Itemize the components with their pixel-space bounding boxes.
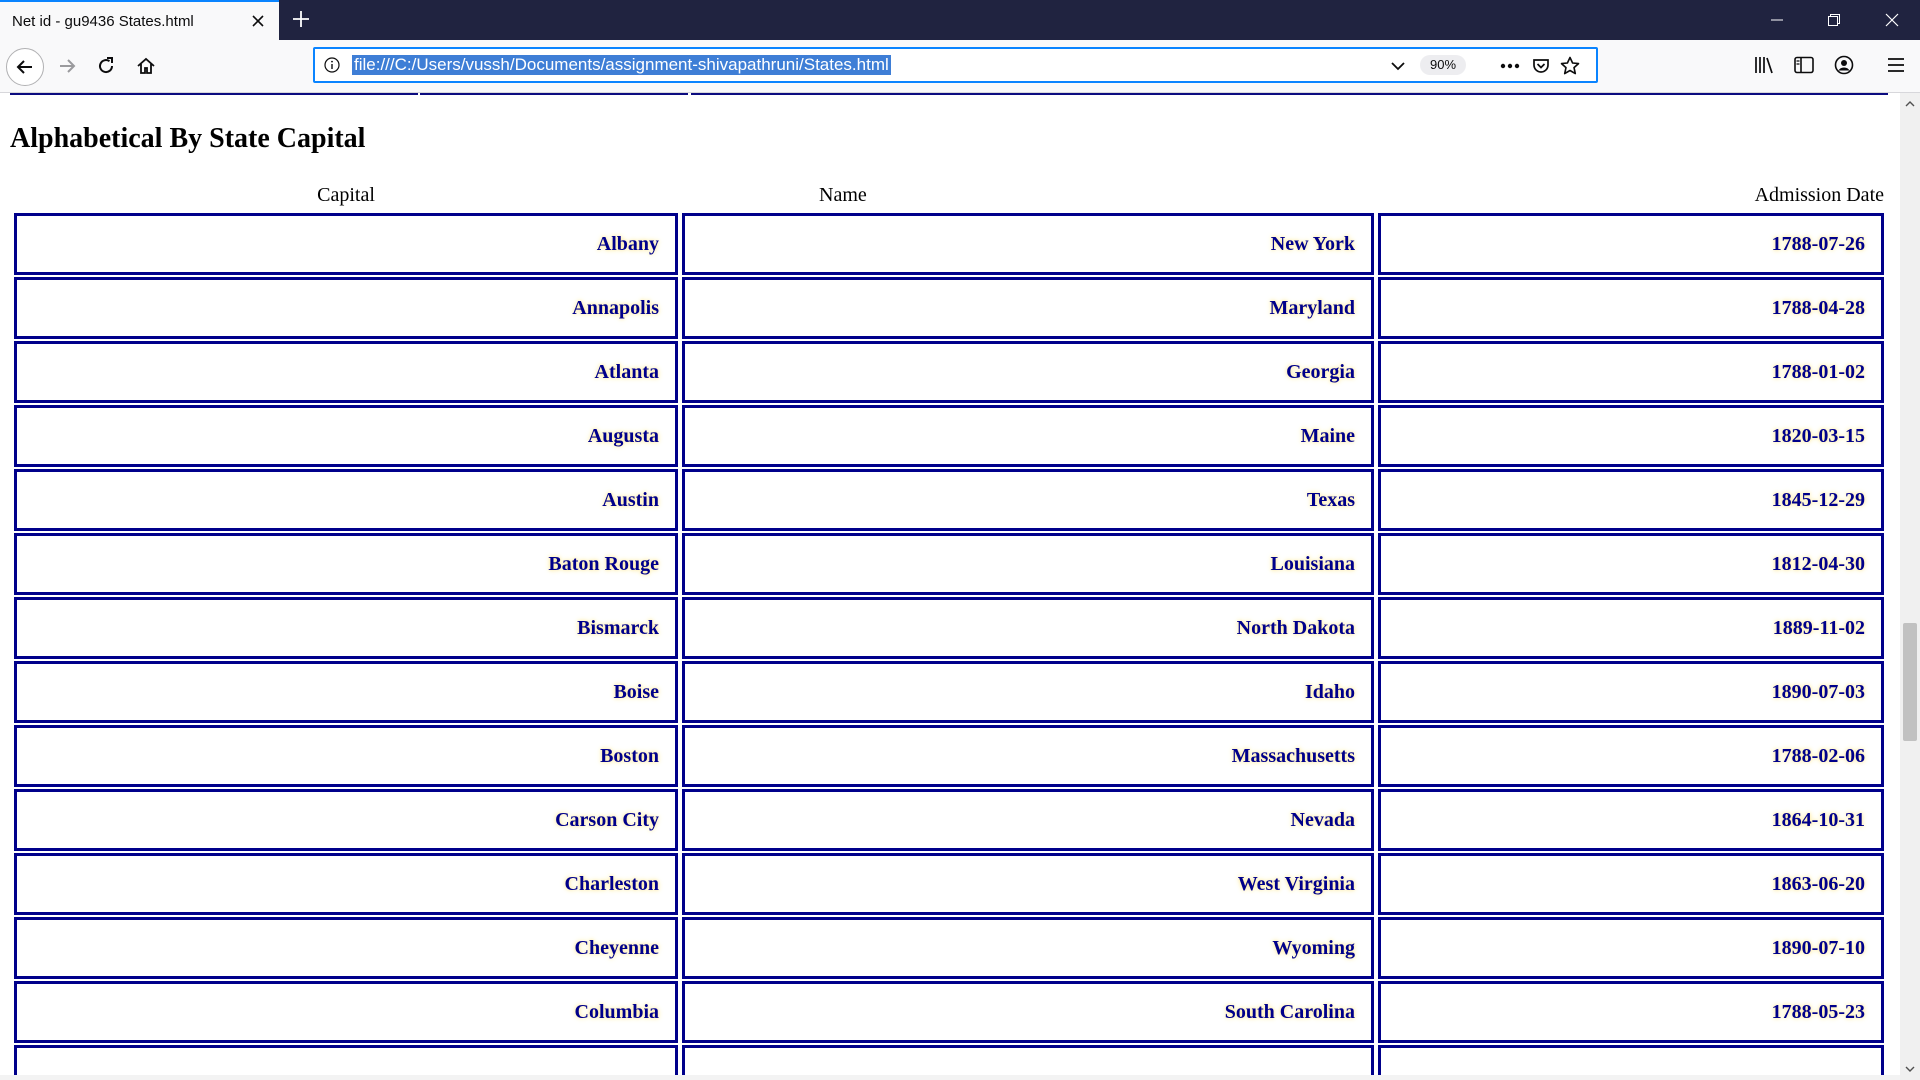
star-icon[interactable] [1558, 54, 1582, 78]
admission-date-cell: 1890-07-03 [1378, 661, 1884, 723]
admission-date-cell: 1863-06-20 [1378, 853, 1884, 915]
scrollbar-thumb[interactable] [1903, 623, 1917, 741]
table-row: Boston Massachusetts 1788-02-06 [14, 725, 1884, 787]
table-cell-fragment [691, 93, 1888, 95]
zoom-level-badge[interactable]: 90% [1420, 55, 1467, 75]
title-bar: Net id - gu9436 States.html [0, 0, 1920, 40]
tab-title: Net id - gu9436 States.html [12, 13, 194, 30]
state-name-cell: Texas [682, 469, 1374, 531]
state-name-cell: West Virginia [682, 853, 1374, 915]
capital-cell: Augusta [14, 405, 678, 467]
admission-date-cell: 1788-01-02 [1378, 341, 1884, 403]
tab-states[interactable]: Net id - gu9436 States.html [0, 0, 279, 40]
table-row: Carson City Nevada 1864-10-31 [14, 789, 1884, 851]
state-name-cell: Massachusetts [682, 725, 1374, 787]
previous-table-bottom [10, 93, 1888, 95]
admission-date-cell: 1788-02-06 [1378, 725, 1884, 787]
state-name-cell: Nevada [682, 789, 1374, 851]
state-name-cell: Wyoming [682, 917, 1374, 979]
home-icon[interactable] [127, 47, 165, 85]
pocket-icon[interactable] [1529, 54, 1553, 78]
capital-cell: Charleston [14, 853, 678, 915]
scroll-down-arrow-icon[interactable] [1903, 1062, 1917, 1076]
capital-cell: Bismarck [14, 597, 678, 659]
minimize-icon[interactable] [1749, 0, 1805, 40]
capital-cell: Austin [14, 469, 678, 531]
address-bar[interactable]: file:///C:/Users/vussh/Documents/assignm… [313, 47, 1598, 83]
admission-date-cell: 1788-07-26 [1378, 213, 1884, 275]
navigation-toolbar: file:///C:/Users/vussh/Documents/assignm… [0, 40, 1920, 93]
table-row: Atlanta Georgia 1788-01-02 [14, 341, 1884, 403]
capital-cell: Columbia [14, 981, 678, 1043]
table-row: Boise Idaho 1890-07-03 [14, 661, 1884, 723]
table-row: Cheyenne Wyoming 1890-07-10 [14, 917, 1884, 979]
table-header-row: Capital Name Admission Date [14, 183, 1884, 211]
page-viewport: Alphabetical By State Capital Capital Na… [0, 93, 1900, 1080]
back-arrow-icon[interactable] [6, 48, 44, 86]
column-header-name: Name [819, 183, 867, 206]
capital-cell: Boise [14, 661, 678, 723]
table-cell-fragment [420, 93, 688, 95]
table-row: Charleston West Virginia 1863-06-20 [14, 853, 1884, 915]
capitals-table: Capital Name Admission Date Albany New Y… [10, 181, 1888, 1080]
more-icon[interactable] [1498, 54, 1522, 78]
state-name-cell: Idaho [682, 661, 1374, 723]
state-name-cell: South Carolina [682, 981, 1374, 1043]
admission-date-cell: 1820-03-15 [1378, 405, 1884, 467]
state-name-cell: New York [682, 213, 1374, 275]
scroll-up-arrow-icon[interactable] [1903, 97, 1917, 111]
capital-cell: Baton Rouge [14, 533, 678, 595]
plus-icon[interactable] [288, 6, 314, 32]
state-name-cell: Louisiana [682, 533, 1374, 595]
table-row: Annapolis Maryland 1788-04-28 [14, 277, 1884, 339]
chevron-down-icon[interactable] [1387, 55, 1409, 77]
close-window-icon[interactable] [1864, 0, 1920, 40]
state-name-cell: Maryland [682, 277, 1374, 339]
hamburger-icon[interactable] [1882, 51, 1910, 79]
column-header-capital: Capital [317, 183, 375, 206]
section-title: Alphabetical By State Capital [10, 123, 366, 154]
admission-date-cell: 1788-05-23 [1378, 981, 1884, 1043]
table-row: Baton Rouge Louisiana 1812-04-30 [14, 533, 1884, 595]
close-icon[interactable] [247, 10, 269, 32]
table-row: Albany New York 1788-07-26 [14, 213, 1884, 275]
account-icon[interactable] [1830, 51, 1858, 79]
table-cell-fragment [10, 93, 418, 95]
library-icon[interactable] [1750, 51, 1778, 79]
forward-arrow-icon[interactable] [48, 47, 86, 85]
state-name-cell: North Dakota [682, 597, 1374, 659]
state-name-cell: Maine [682, 405, 1374, 467]
admission-date-cell: 1812-04-30 [1378, 533, 1884, 595]
column-header-admission-date: Admission Date [1754, 183, 1884, 206]
vertical-scrollbar[interactable] [1900, 93, 1920, 1080]
capital-cell: Annapolis [14, 277, 678, 339]
admission-date-cell: 1788-04-28 [1378, 277, 1884, 339]
capital-cell: Albany [14, 213, 678, 275]
admission-date-cell: 1845-12-29 [1378, 469, 1884, 531]
capital-cell: Carson City [14, 789, 678, 851]
admission-date-cell: 1889-11-02 [1378, 597, 1884, 659]
table-row: Columbia South Carolina 1788-05-23 [14, 981, 1884, 1043]
reload-icon[interactable] [87, 47, 125, 85]
capital-cell: Boston [14, 725, 678, 787]
url-text[interactable]: file:///C:/Users/vussh/Documents/assignm… [352, 55, 891, 75]
info-icon[interactable] [323, 56, 341, 74]
restore-icon[interactable] [1806, 0, 1862, 40]
admission-date-cell: 1890-07-10 [1378, 917, 1884, 979]
state-name-cell: Georgia [682, 341, 1374, 403]
capital-cell: Atlanta [14, 341, 678, 403]
table-row: Austin Texas 1845-12-29 [14, 469, 1884, 531]
table-row: Augusta Maine 1820-03-15 [14, 405, 1884, 467]
capital-cell: Cheyenne [14, 917, 678, 979]
admission-date-cell: 1864-10-31 [1378, 789, 1884, 851]
sidebar-icon[interactable] [1790, 51, 1818, 79]
status-strip [0, 1075, 1900, 1080]
table-row: Bismarck North Dakota 1889-11-02 [14, 597, 1884, 659]
